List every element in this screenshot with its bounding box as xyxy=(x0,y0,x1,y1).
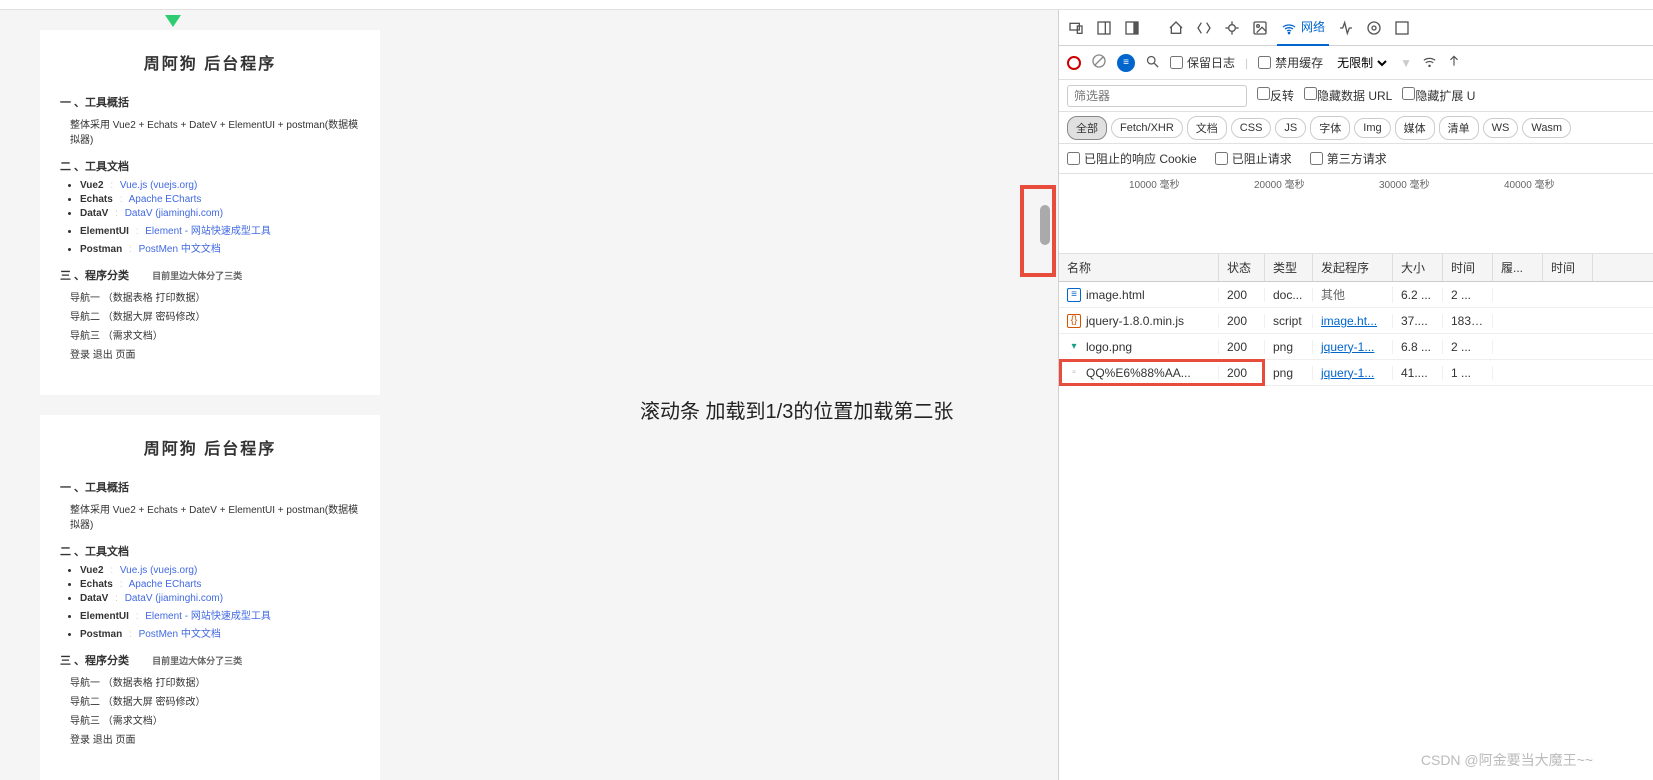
col-time[interactable]: 时间 xyxy=(1443,254,1493,281)
image-icon: ▫ xyxy=(1067,366,1081,380)
devtools-panel: 网络 ≡ 保留日志 | 禁用缓存 无限制 ▼ 反转 隐藏数据 URL 隐藏扩展 … xyxy=(1058,10,1653,780)
table-row[interactable]: ≡image.html 200 doc... 其他 6.2 ... 2 ... xyxy=(1059,282,1653,308)
tool-link[interactable]: PostMen 中文文档 xyxy=(139,629,221,640)
wifi-icon[interactable] xyxy=(1422,54,1437,72)
type-filter-row: 全部 Fetch/XHR 文档 CSS JS 字体 Img 媒体 清单 WS W… xyxy=(1059,112,1653,144)
tool-link[interactable]: Apache ECharts xyxy=(129,194,202,205)
hide-data-url-checkbox[interactable]: 隐藏数据 URL xyxy=(1304,87,1392,104)
page-viewport: 周阿狗 后台程序 一 、工具概括 整体采用 Vue2 + Echats + Da… xyxy=(0,10,1058,780)
type-media[interactable]: 媒体 xyxy=(1395,116,1435,140)
doc-section-1-line: 整体采用 Vue2 + Echats + DateV + ElementUI +… xyxy=(70,116,360,146)
image-icon: ▾ xyxy=(1067,340,1081,354)
network-tab[interactable]: 网络 xyxy=(1277,10,1329,46)
table-row[interactable]: ▫QQ%E6%88%AA... 200 png jquery-1... 41..… xyxy=(1059,360,1653,386)
col-waterfall[interactable]: 履... xyxy=(1493,254,1543,281)
device-icon[interactable] xyxy=(1065,17,1087,39)
scrollbar-thumb[interactable] xyxy=(1040,205,1050,245)
doc-section-1: 一 、工具概括 xyxy=(60,94,360,110)
browser-toolbar xyxy=(0,0,1653,10)
col-initiator[interactable]: 发起程序 xyxy=(1313,254,1393,281)
filter-row: 反转 隐藏数据 URL 隐藏扩展 U xyxy=(1059,80,1653,112)
doc-title: 周阿狗 后台程序 xyxy=(60,50,360,74)
table-row[interactable]: {}jquery-1.8.0.min.js 200 script image.h… xyxy=(1059,308,1653,334)
third-party-checkbox[interactable]: 第三方请求 xyxy=(1310,150,1387,167)
filter-toggle-icon[interactable]: ≡ xyxy=(1117,54,1135,72)
tool-link[interactable]: DataV (jiaminghi.com) xyxy=(125,208,223,219)
type-ws[interactable]: WS xyxy=(1483,118,1519,138)
document-icon: ≡ xyxy=(1067,288,1081,302)
type-js[interactable]: JS xyxy=(1275,118,1306,138)
upload-icon[interactable] xyxy=(1447,54,1461,71)
network-toolbar: ≡ 保留日志 | 禁用缓存 无限制 ▼ xyxy=(1059,46,1653,80)
tool-link[interactable]: Vue.js (vuejs.org) xyxy=(120,180,197,191)
table-row[interactable]: ▾logo.png 200 png jquery-1... 6.8 ... 2 … xyxy=(1059,334,1653,360)
preserve-log-checkbox[interactable]: 保留日志 xyxy=(1170,54,1235,71)
type-fetch[interactable]: Fetch/XHR xyxy=(1111,118,1183,138)
dock-side-icon[interactable] xyxy=(1121,17,1143,39)
type-doc[interactable]: 文档 xyxy=(1187,116,1227,140)
memory-icon[interactable] xyxy=(1363,17,1385,39)
doc-section-2: 二 、工具文档 xyxy=(60,158,360,174)
tool-link[interactable]: Element - 网站快速成型工具 xyxy=(145,226,271,237)
dock-icon[interactable] xyxy=(1093,17,1115,39)
document-page: 周阿狗 后台程序 一 、工具概括 整体采用 Vue2 + Echats + Da… xyxy=(40,30,380,395)
col-timeline[interactable]: 时间 xyxy=(1543,254,1593,281)
table-header: 名称 状态 类型 发起程序 大小 时间 履... 时间 xyxy=(1059,254,1653,282)
col-type[interactable]: 类型 xyxy=(1265,254,1313,281)
extra-filters: 已阻止的响应 Cookie 已阻止请求 第三方请求 xyxy=(1059,144,1653,174)
tool-link[interactable]: Element - 网站快速成型工具 xyxy=(145,611,271,622)
type-all[interactable]: 全部 xyxy=(1067,116,1107,140)
type-css[interactable]: CSS xyxy=(1231,118,1272,138)
elements-icon[interactable] xyxy=(1193,17,1215,39)
clear-button[interactable] xyxy=(1091,53,1107,72)
application-icon[interactable] xyxy=(1391,17,1413,39)
script-icon: {} xyxy=(1067,314,1081,328)
doc-section-3: 三 、程序分类 目前里边大体分了三类 xyxy=(60,267,360,283)
disable-cache-checkbox[interactable]: 禁用缓存 xyxy=(1258,54,1323,71)
tool-list: Vue2 : Vue.js (vuejs.org) Echats : Apach… xyxy=(80,180,360,255)
record-button[interactable] xyxy=(1067,56,1081,70)
tool-link[interactable]: Apache ECharts xyxy=(129,579,202,590)
type-wasm[interactable]: Wasm xyxy=(1522,118,1571,138)
tool-link[interactable]: Vue.js (vuejs.org) xyxy=(120,565,197,576)
annotation-text: 滚动条 加载到1/3的位置加载第二张 xyxy=(640,395,953,424)
throttle-select[interactable]: 无限制 xyxy=(1333,55,1390,71)
col-status[interactable]: 状态 xyxy=(1219,254,1265,281)
request-table: ≡image.html 200 doc... 其他 6.2 ... 2 ... … xyxy=(1059,282,1653,386)
blocked-request-checkbox[interactable]: 已阻止请求 xyxy=(1215,150,1292,167)
performance-icon[interactable] xyxy=(1335,17,1357,39)
type-font[interactable]: 字体 xyxy=(1310,116,1350,140)
initiator-link[interactable]: jquery-1... xyxy=(1313,340,1393,354)
filter-input[interactable] xyxy=(1067,85,1247,107)
watermark: CSDN @阿金要当大魔王~~ xyxy=(1421,750,1593,770)
hide-ext-checkbox[interactable]: 隐藏扩展 U xyxy=(1402,87,1475,104)
home-icon[interactable] xyxy=(1165,17,1187,39)
tool-link[interactable]: PostMen 中文文档 xyxy=(139,244,221,255)
debug-icon[interactable] xyxy=(1221,17,1243,39)
blocked-cookie-checkbox[interactable]: 已阻止的响应 Cookie xyxy=(1067,150,1197,167)
timeline-overview[interactable]: 10000 毫秒 20000 毫秒 30000 毫秒 40000 毫秒 xyxy=(1059,174,1653,254)
tool-link[interactable]: DataV (jiaminghi.com) xyxy=(125,593,223,604)
triangle-marker xyxy=(165,15,181,27)
type-img[interactable]: Img xyxy=(1354,118,1390,138)
initiator-link[interactable]: jquery-1... xyxy=(1313,366,1393,380)
col-name[interactable]: 名称 xyxy=(1059,254,1219,281)
invert-checkbox[interactable]: 反转 xyxy=(1257,87,1294,104)
sources-icon[interactable] xyxy=(1249,17,1271,39)
scroll-highlight-box xyxy=(1020,185,1056,277)
document-page: 周阿狗 后台程序 一 、工具概括 整体采用 Vue2 + Echats + Da… xyxy=(40,415,380,780)
type-manifest[interactable]: 清单 xyxy=(1439,116,1479,140)
search-icon[interactable] xyxy=(1145,54,1160,72)
devtools-tabs: 网络 xyxy=(1059,10,1653,46)
col-size[interactable]: 大小 xyxy=(1393,254,1443,281)
initiator-link[interactable]: image.ht... xyxy=(1313,314,1393,328)
